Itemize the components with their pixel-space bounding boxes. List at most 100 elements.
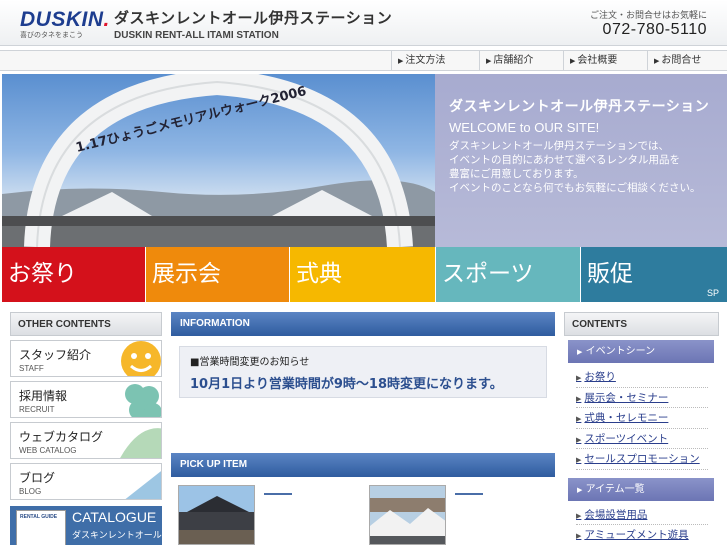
- category-sub-label: SP: [706, 288, 719, 298]
- event-scene-item[interactable]: ▶ 展示会・セミナー: [576, 388, 708, 408]
- catalogue-subtitle: ダスキンレントオール: [72, 531, 162, 541]
- nav-label: 店舗紹介: [493, 55, 534, 66]
- item-label: お祭り: [584, 371, 616, 383]
- category-festival[interactable]: お祭り: [2, 247, 145, 302]
- hero-photo: 1.17ひょうごメモリアルウォーク2006: [2, 74, 435, 247]
- event-arch-illustration: 1.17ひょうごメモリアルウォーク2006: [2, 74, 435, 247]
- button-label-jp: ウェブカタログ: [19, 430, 104, 444]
- arrow-right-icon: ▶: [576, 511, 582, 520]
- section-label: イベントシーン: [585, 346, 656, 357]
- catalogue-title: CATALOGUE: [72, 509, 157, 525]
- category-sales-promotion[interactable]: 販促 SP: [581, 247, 727, 302]
- arrow-right-icon: ▶: [398, 57, 404, 65]
- item-label: スポーツイベント: [584, 432, 669, 445]
- arrow-right-icon: ▶: [576, 374, 582, 382]
- web-catalog-button[interactable]: ウェブカタログ WEB CATALOG: [10, 422, 162, 459]
- duskin-logo[interactable]: DUSKIN. 喜びのタネをまこう: [20, 8, 110, 40]
- contact-info: ご注文・お問合せはお気軽に 072-780-5110: [590, 8, 707, 39]
- pick-up-link-line: [455, 493, 483, 495]
- pick-up-thumbnail[interactable]: [369, 485, 446, 545]
- nav-label: 注文方法: [405, 55, 446, 66]
- item-list-section[interactable]: ▶ アイテム一覧: [568, 477, 714, 501]
- contents-heading: CONTENTS: [564, 312, 719, 336]
- arrow-right-icon: ▶: [654, 57, 660, 65]
- event-scene-item[interactable]: ▶ お祭り: [576, 367, 708, 388]
- arrow-right-icon: ▶: [576, 456, 582, 464]
- catalogue-banner[interactable]: RENTAL GUIDE CATALOGUE ダスキンレントオール: [10, 506, 162, 545]
- category-ceremony[interactable]: 式典: [290, 247, 435, 302]
- arrow-right-icon: ▶: [486, 57, 492, 65]
- site-title-en: DUSKIN RENT-ALL ITAMI STATION: [114, 30, 279, 41]
- stage-photo: [179, 486, 254, 544]
- site-title: ダスキンレントオール伊丹ステーション DUSKIN RENT-ALL ITAMI…: [114, 7, 392, 41]
- pick-up-heading: PICK UP ITEM: [171, 453, 555, 477]
- staff-button[interactable]: スタッフ紹介 STAFF: [10, 340, 162, 377]
- pick-up-section: PICK UP ITEM: [171, 453, 555, 545]
- category-exhibition[interactable]: 展示会: [146, 247, 289, 302]
- button-label-jp: ブログ: [19, 471, 56, 485]
- item-label: セールスプロモーション: [584, 453, 700, 465]
- tent-photo: [370, 486, 445, 544]
- item-label: 会場設営用品: [584, 508, 648, 521]
- item-label: 式典・セレモニー: [584, 412, 669, 424]
- notice-title: ■営業時間変更のお知らせ: [190, 357, 310, 368]
- category-label: 販促: [587, 261, 633, 287]
- button-label-jp: 採用情報: [19, 389, 68, 403]
- other-contents-heading: OTHER CONTENTS: [10, 312, 162, 336]
- category-sports[interactable]: スポーツ: [436, 247, 580, 302]
- event-scene-item[interactable]: ▶ 式典・セレモニー: [576, 408, 708, 429]
- information-heading: INFORMATION: [171, 312, 555, 336]
- other-contents: OTHER CONTENTS スタッフ紹介 STAFF 採用情報 RECRUIT…: [10, 312, 162, 545]
- arrow-right-icon: ▶: [576, 415, 582, 423]
- top-nav: ▶ 注文方法 ▶ 店舗紹介 ▶ 会社概要 ▶ お問合せ: [0, 50, 727, 71]
- item-label: 展示会・セミナー: [584, 391, 669, 404]
- information-box: ■営業時間変更のお知らせ 10月1日より営業時間が9時～18時変更になります。: [179, 346, 547, 398]
- event-scene-item[interactable]: ▶ セールスプロモーション: [576, 449, 708, 470]
- category-tiles: お祭り 展示会 式典 スポーツ 販促 SP: [2, 247, 727, 302]
- welcome-line: 豊富にご用意しております。: [449, 168, 584, 180]
- nav-label: 会社概要: [577, 55, 618, 66]
- category-label: 式典: [296, 261, 342, 287]
- pick-up-thumbnail[interactable]: [178, 485, 255, 545]
- blog-button[interactable]: ブログ BLOG: [10, 463, 162, 500]
- nav-company[interactable]: ▶ 会社概要: [563, 51, 647, 70]
- button-label-jp: スタッフ紹介: [19, 348, 92, 362]
- main-content: INFORMATION ■営業時間変更のお知らせ 10月1日より営業時間が9時～…: [171, 312, 555, 545]
- welcome-title: ダスキンレントオール伊丹ステーション: [449, 99, 710, 115]
- nav-label: お問合せ: [661, 55, 702, 66]
- logo-mark: .: [103, 8, 110, 31]
- smiley-icon: [121, 341, 161, 376]
- pick-up-link-line: [264, 493, 292, 495]
- nav-order-method[interactable]: ▶ 注文方法: [391, 51, 479, 70]
- arrow-right-icon: ▶: [570, 57, 576, 65]
- event-scene-item[interactable]: ▶ スポーツイベント: [576, 429, 708, 449]
- contents-sidebar: CONTENTS ▶ イベントシーン ▶ お祭り ▶ 展示会・セミナー ▶ 式典・セレ…: [564, 312, 719, 545]
- nav-contact[interactable]: ▶ お問合せ: [647, 51, 727, 70]
- event-scene-section[interactable]: ▶ イベントシーン: [568, 340, 714, 363]
- welcome-line: イベントのことなら何でもお気軽にご相談ください。: [449, 182, 701, 194]
- arrow-right-icon: ▶: [577, 348, 583, 356]
- welcome-line: イベントの目的にあわせて選べるレンタル用品を: [449, 154, 680, 166]
- arrow-right-icon: ▶: [577, 485, 583, 494]
- category-label: 展示会: [152, 261, 221, 287]
- item-list: ▶ 会場設営用品 ▶ アミューズメント遊具: [564, 501, 719, 545]
- welcome-line: ダスキンレントオール伊丹ステーションでは、: [449, 140, 669, 152]
- welcome-text: ダスキンレントオール伊丹ステーションでは、 イベントの目的にあわせて選べるレンタ…: [449, 139, 727, 195]
- clover-icon: [125, 384, 161, 417]
- catalog-leaf-icon: [120, 428, 161, 458]
- welcome-panel: ダスキンレントオール伊丹ステーション WELCOME to OUR SITE! …: [435, 74, 727, 247]
- item-list-item[interactable]: ▶ 会場設営用品: [576, 505, 708, 525]
- book-text: RENTAL GUIDE: [20, 514, 58, 520]
- notice-message: 10月1日より営業時間が9時～18時変更になります。: [190, 377, 503, 392]
- catalogue-book-image: RENTAL GUIDE: [16, 510, 66, 545]
- button-label-en: RECRUIT: [19, 405, 55, 414]
- arrow-right-icon: ▶: [576, 394, 582, 403]
- site-title-jp: ダスキンレントオール伊丹ステーション: [114, 9, 393, 27]
- recruit-button[interactable]: 採用情報 RECRUIT: [10, 381, 162, 418]
- button-label-en: BLOG: [19, 487, 42, 496]
- item-label: アミューズメント遊具: [584, 529, 689, 541]
- hero-banner: 1.17ひょうごメモリアルウォーク2006 ダスキンレントオール伊丹ステーション…: [2, 74, 727, 247]
- nav-store-info[interactable]: ▶ 店舗紹介: [479, 51, 563, 70]
- item-list-item[interactable]: ▶ アミューズメント遊具: [576, 525, 708, 545]
- phone-number: 072-780-5110: [602, 21, 707, 38]
